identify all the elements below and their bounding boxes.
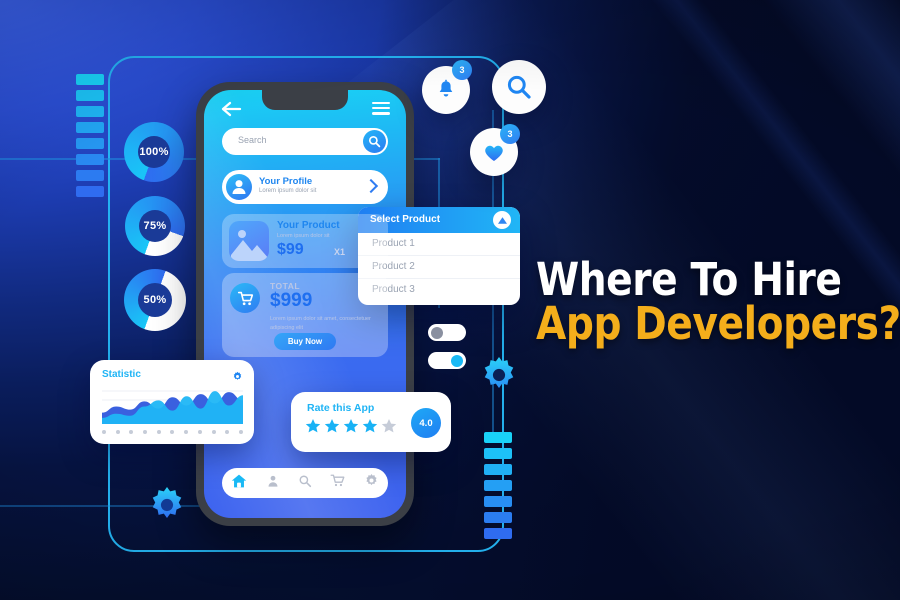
- product-price: $99: [277, 241, 304, 258]
- user-icon[interactable]: [266, 474, 280, 493]
- progress-ring-label: 50%: [143, 294, 167, 306]
- headline-line-2: App Developers?: [536, 296, 900, 350]
- poster-canvas: 100% 75% 50% Search Your Profile Lorem i…: [0, 0, 900, 600]
- search-input[interactable]: Search: [238, 135, 267, 145]
- gear-icon[interactable]: [364, 473, 379, 493]
- search-icon[interactable]: [363, 130, 386, 153]
- total-card: TOTAL $999 Lorem ipsum dolor sit amet, c…: [222, 273, 388, 357]
- phone-notch: [262, 90, 348, 110]
- headline-line-1: Where To Hire: [536, 253, 842, 306]
- chevron-right-icon[interactable]: [363, 178, 379, 194]
- product-title: Your Product: [277, 220, 340, 231]
- progress-ring-label: 100%: [139, 146, 169, 158]
- profile-subtitle: Lorem ipsum dolor sit: [259, 188, 317, 194]
- total-description: Lorem ipsum dolor sit amet, consectetuer…: [270, 316, 371, 332]
- product-subtitle: Lorem ipsum dolor sit: [277, 233, 330, 239]
- home-icon[interactable]: [231, 473, 247, 494]
- profile-title: Your Profile: [259, 176, 313, 187]
- buy-now-button[interactable]: Buy Now: [274, 333, 336, 350]
- product-quantity: X1: [334, 247, 346, 257]
- profile-card[interactable]: Your Profile Lorem ipsum dolor sit: [222, 170, 388, 204]
- search-bar[interactable]: Search: [222, 128, 388, 155]
- progress-ring-label: 75%: [143, 220, 167, 232]
- user-avatar-icon: [226, 174, 252, 200]
- search-icon[interactable]: [298, 474, 312, 493]
- arrow-left-icon[interactable]: [220, 100, 242, 118]
- product-card[interactable]: Your Product Lorem ipsum dolor sit $99 X…: [222, 214, 388, 268]
- bottom-navigation: [222, 468, 388, 498]
- cart-icon[interactable]: [330, 473, 345, 493]
- total-amount: $999: [270, 290, 313, 311]
- hamburger-icon[interactable]: [372, 102, 390, 115]
- image-placeholder-icon: [229, 221, 269, 261]
- headline: Where To Hire App Developers?: [536, 253, 900, 350]
- shopping-cart-icon: [230, 283, 260, 313]
